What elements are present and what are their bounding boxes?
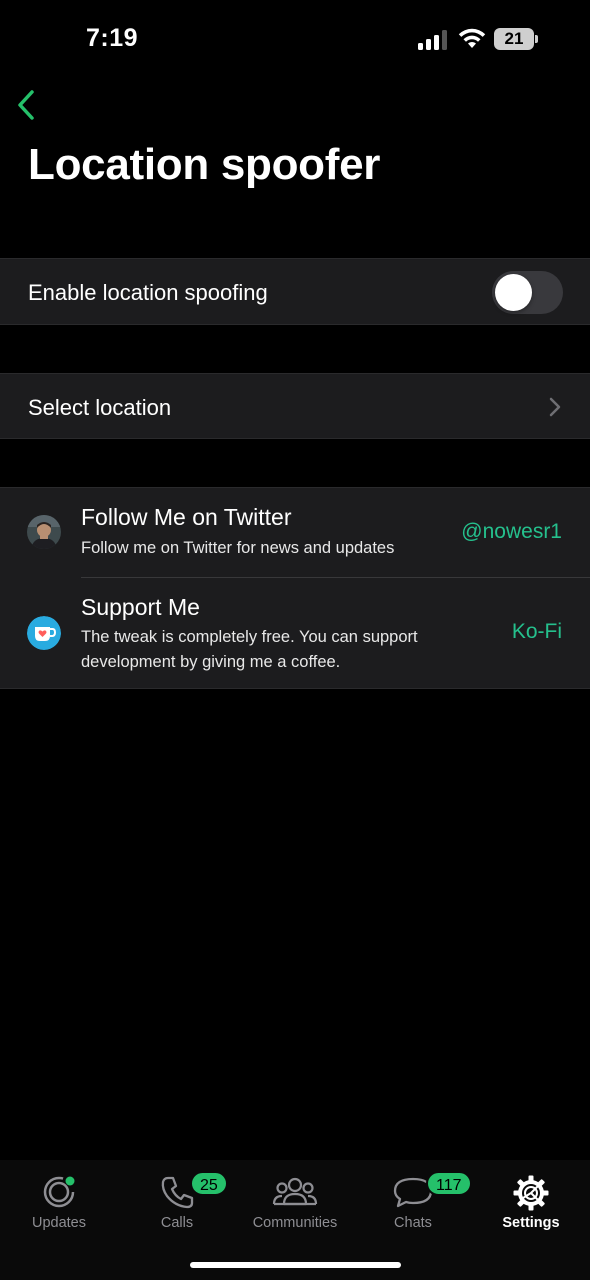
toggle-label: Enable location spoofing <box>28 280 268 305</box>
chevron-left-icon <box>18 90 34 120</box>
tab-chats-label: Chats <box>394 1215 432 1231</box>
twitter-subtitle: Follow me on Twitter for news and update… <box>81 539 395 557</box>
home-indicator <box>190 1262 401 1268</box>
battery-icon: 21 <box>494 28 538 50</box>
kofi-link-label: Ko-Fi <box>511 620 562 643</box>
twitter-handle: @nowesr1 <box>461 520 562 543</box>
tab-settings-label: Settings <box>502 1215 560 1231</box>
twitter-link-row[interactable]: Follow Me on Twitter Follow me on Twitte… <box>0 488 590 577</box>
wifi-icon <box>457 27 487 56</box>
toggle-knob <box>495 274 532 311</box>
kofi-subtitle: The tweak is completely free. You can su… <box>81 628 418 671</box>
tab-updates[interactable]: Updates <box>0 1160 118 1250</box>
battery-level: 21 <box>504 29 524 48</box>
chevron-right-icon <box>548 396 562 423</box>
tab-communities-label: Communities <box>252 1215 338 1231</box>
tab-chats[interactable]: 117 Chats <box>354 1160 472 1250</box>
tab-settings[interactable]: Settings <box>472 1160 590 1250</box>
kofi-link-row[interactable]: Support Me The tweak is completely free.… <box>0 578 590 690</box>
kofi-title: Support Me <box>81 594 200 620</box>
select-location-row[interactable]: Select location <box>0 373 590 439</box>
twitter-title: Follow Me on Twitter <box>81 504 292 530</box>
tab-calls[interactable]: 25 Calls <box>118 1160 236 1250</box>
updates-icon <box>41 1174 77 1215</box>
spoofing-toggle-row: Enable location spoofing <box>0 258 590 325</box>
tab-updates-label: Updates <box>31 1215 86 1231</box>
select-location-label: Select location <box>28 395 172 420</box>
status-time: 7:19 <box>86 24 139 52</box>
back-button[interactable] <box>14 88 42 122</box>
twitter-avatar <box>27 515 61 549</box>
location-spoofing-toggle[interactable] <box>492 271 563 314</box>
chats-badge: 117 <box>426 1171 472 1196</box>
cellular-signal-icon <box>418 30 450 50</box>
tab-communities[interactable]: Communities <box>236 1160 354 1250</box>
status-bar: 7:19 21 <box>0 0 590 80</box>
settings-gear-icon <box>512 1174 550 1217</box>
links-group: Follow Me on Twitter Follow me on Twitte… <box>0 487 590 689</box>
tab-calls-label: Calls <box>160 1215 194 1231</box>
communities-icon <box>272 1174 318 1215</box>
page-title: Location spoofer <box>28 140 381 189</box>
kofi-cup-icon <box>27 616 61 650</box>
calls-badge: 25 <box>190 1171 228 1196</box>
